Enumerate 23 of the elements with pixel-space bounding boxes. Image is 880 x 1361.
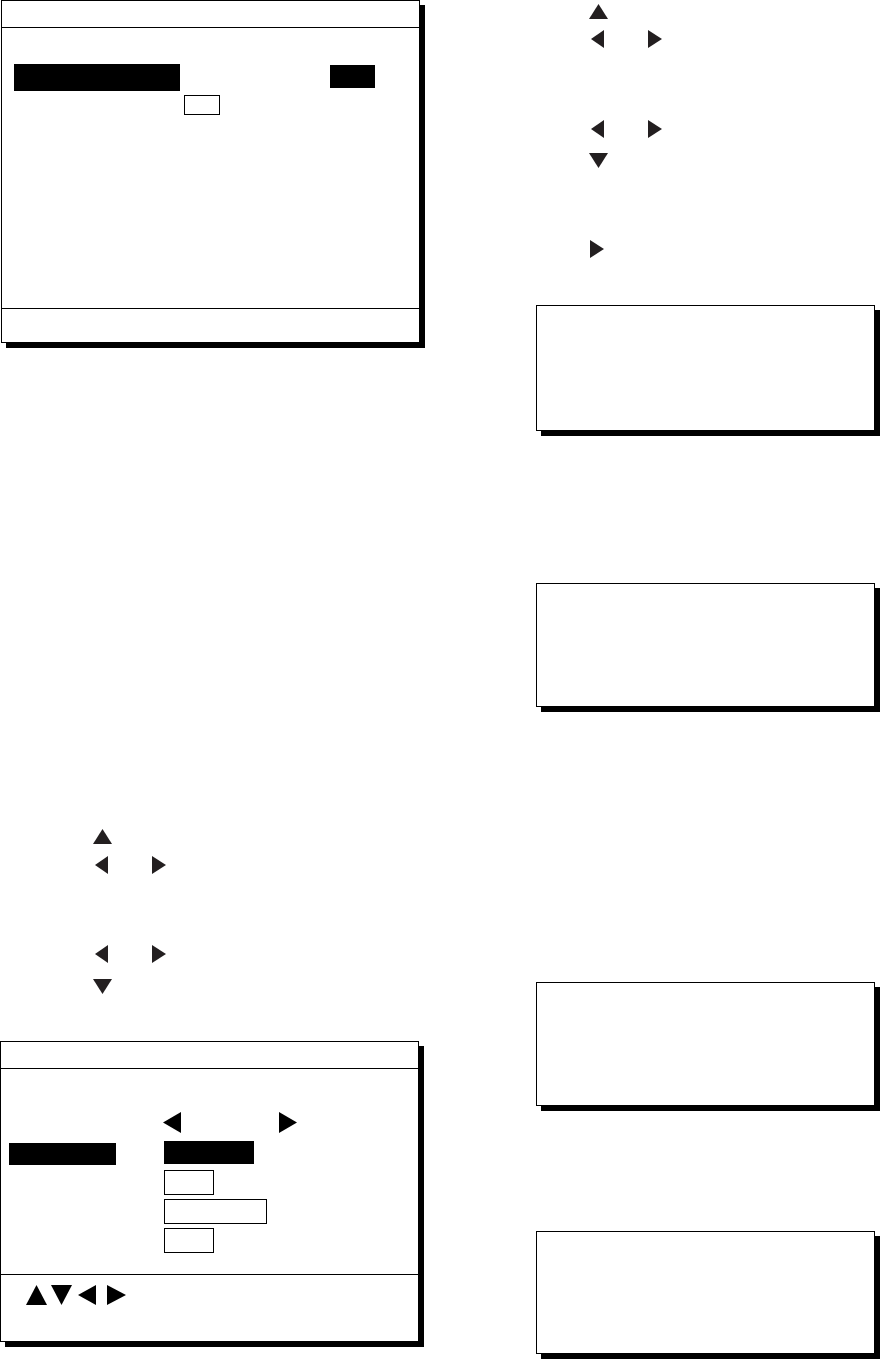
down-arrow-icon [589,153,608,168]
right-arrow-icon [648,30,662,48]
right-arrow-icon [590,240,604,258]
menu-option[interactable] [164,1228,214,1253]
right-arrow-icon [152,856,166,874]
left-arrow-icon [591,30,604,48]
left-arrow-icon [95,856,108,874]
menu-option[interactable] [164,1170,214,1195]
down-arrow-icon [93,979,112,994]
menu-option[interactable] [164,1199,267,1224]
left-arrow-icon [78,1285,96,1305]
left-arrow-icon [95,945,108,963]
right-arrow-icon [107,1285,126,1305]
right-arrow-icon [648,120,662,138]
right-arrow-icon [152,945,166,963]
left-arrow-icon [163,1112,181,1133]
up-arrow-icon [93,829,112,844]
up-arrow-icon [589,4,608,19]
up-arrow-icon [26,1285,47,1305]
right-arrow-icon [279,1112,297,1133]
left-arrow-icon [591,120,604,138]
down-arrow-icon [51,1285,72,1305]
setting-value[interactable] [184,95,220,115]
